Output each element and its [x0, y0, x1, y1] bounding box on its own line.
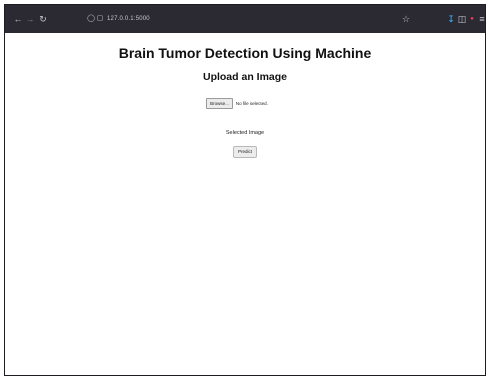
url-text[interactable]: 127.0.0.1:5000 [107, 11, 150, 27]
predict-row: Predict [5, 146, 485, 158]
reload-icon[interactable]: ↻ [38, 5, 48, 33]
selected-image-label: Selected Image [225, 130, 265, 136]
page-icon[interactable]: ▢ [96, 5, 104, 33]
star-icon[interactable]: ☆ [401, 5, 411, 33]
download-icon[interactable]: ↧ [446, 5, 456, 33]
url-bar[interactable]: ◯ ▢ 127.0.0.1:5000 [85, 11, 435, 27]
file-status-text: No file selected. [235, 100, 268, 106]
browser-toolbar: ← → ↻ ◯ ▢ 127.0.0.1:5000 ☆ ↧ ◫ ● ≡ [5, 5, 485, 33]
upload-heading: Upload an Image [202, 71, 287, 83]
predict-button[interactable]: Predict [232, 146, 257, 158]
extensions-icon[interactable]: ◫ [457, 5, 467, 33]
back-arrow-icon[interactable]: ← [13, 5, 23, 33]
recording-indicator-icon: ● [470, 16, 474, 22]
page-content: Brain Tumor Detection Using Machine Uplo… [5, 33, 485, 375]
browse-button[interactable]: Browse... [206, 97, 233, 109]
file-input[interactable]: Browse... No file selected. [5, 97, 485, 109]
browser-window: ← → ↻ ◯ ▢ 127.0.0.1:5000 ☆ ↧ ◫ ● ≡ Brain… [4, 4, 486, 376]
page-title: Brain Tumor Detection Using Machine [118, 45, 372, 61]
shield-icon[interactable]: ◯ [87, 5, 95, 33]
forward-arrow-icon[interactable]: → [25, 5, 35, 33]
hamburger-menu-icon[interactable]: ≡ [477, 5, 485, 33]
